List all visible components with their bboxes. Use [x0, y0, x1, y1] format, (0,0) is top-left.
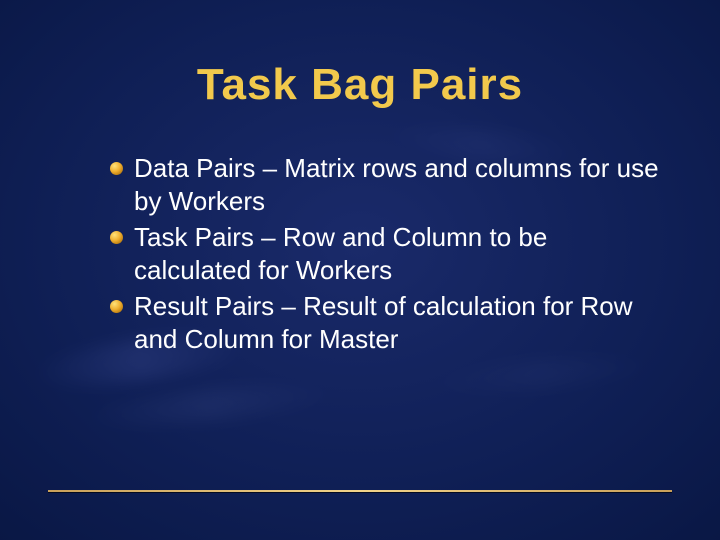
bullet-icon [110, 300, 123, 313]
slide: Task Bag Pairs Data Pairs – Matrix rows … [0, 0, 720, 540]
bullet-item: Result Pairs – Result of calculation for… [110, 290, 660, 355]
bullet-icon [110, 231, 123, 244]
slide-content: Data Pairs – Matrix rows and columns for… [60, 152, 660, 355]
footer-rule [48, 490, 672, 492]
slide-title: Task Bag Pairs [60, 60, 660, 110]
bullet-item: Data Pairs – Matrix rows and columns for… [110, 152, 660, 217]
bullet-text: Result Pairs – Result of calculation for… [134, 291, 633, 354]
bullet-text: Task Pairs – Row and Column to be calcul… [134, 222, 547, 285]
bullet-icon [110, 162, 123, 175]
bullet-item: Task Pairs – Row and Column to be calcul… [110, 221, 660, 286]
bullet-text: Data Pairs – Matrix rows and columns for… [134, 153, 659, 216]
